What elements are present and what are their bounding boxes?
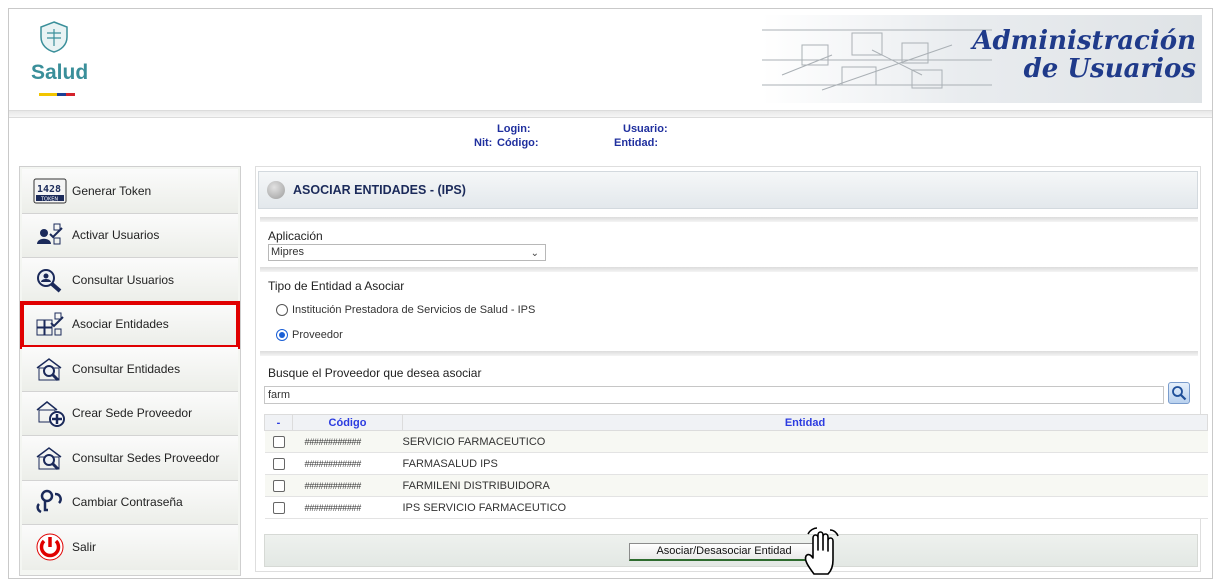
app-title-line1: Administración xyxy=(972,26,1196,56)
row-code: ############ xyxy=(292,430,403,453)
table-row: ############ FARMILENI DISTRIBUIDORA xyxy=(264,474,1208,497)
radio-proveedor[interactable] xyxy=(276,329,288,341)
sidebar-item-label: Consultar Usuarios xyxy=(72,272,175,287)
search-input[interactable]: farm xyxy=(264,386,1164,404)
search-entities-icon xyxy=(32,354,68,384)
sidebar-item-cambiar-contrasena[interactable]: Cambiar Contraseña xyxy=(22,480,238,525)
row-entity: FARMILENI DISTRIBUIDORA xyxy=(402,474,1208,497)
row-entity: IPS SERVICIO FARMACEUTICO xyxy=(402,496,1208,519)
divider xyxy=(260,217,1198,222)
row-code: ############ xyxy=(292,474,403,497)
row-checkbox[interactable] xyxy=(272,501,285,514)
user-info: Login: Usuario: Nit: Código: Entidad: xyxy=(9,121,1212,155)
radio-ips-label: Institución Prestadora de Servicios de S… xyxy=(292,304,536,316)
radio-ips-option[interactable]: Institución Prestadora de Servicios de S… xyxy=(276,304,535,316)
app-window: Salud Administración de Usuarios Login: … xyxy=(8,8,1213,579)
page-header: Salud Administración de Usuarios xyxy=(9,9,1212,109)
app-title-line2: de Usuarios xyxy=(1023,54,1196,84)
col-select-header: - xyxy=(264,414,293,431)
radio-proveedor-label: Proveedor xyxy=(292,329,343,341)
entidad-label: Entidad: xyxy=(614,137,658,149)
table-row: ############ IPS SERVICIO FARMACEUTICO xyxy=(264,496,1208,519)
row-checkbox[interactable] xyxy=(272,479,285,492)
create-site-icon xyxy=(32,398,68,428)
aplicacion-value: Mipres xyxy=(271,246,305,258)
aplicacion-label: Aplicación xyxy=(268,229,323,243)
codigo-label: Código: xyxy=(497,137,539,149)
radio-ips[interactable] xyxy=(276,304,288,316)
table-header-row: - Código Entidad xyxy=(264,414,1208,431)
shield-icon xyxy=(40,21,68,53)
row-entity: SERVICIO FARMACEUTICO xyxy=(402,430,1208,453)
sidebar-menu: 1428 TOKEN Generar Token Activar Usuario… xyxy=(19,166,241,576)
chevron-down-icon: ⌄ xyxy=(530,248,539,259)
table-row: ############ FARMASALUD IPS xyxy=(264,452,1208,475)
logo-text: Salud xyxy=(31,61,89,84)
login-label: Login: xyxy=(497,123,531,135)
sidebar-item-activar-usuarios[interactable]: Activar Usuarios xyxy=(22,213,238,258)
search-sites-icon xyxy=(32,443,68,473)
search-button[interactable] xyxy=(1168,382,1190,404)
app-title: Administración de Usuarios xyxy=(972,27,1196,83)
main-panel: ASOCIAR ENTIDADES - (IPS) Aplicación Mip… xyxy=(255,166,1208,572)
usuario-label: Usuario: xyxy=(623,123,668,135)
row-code: ############ xyxy=(292,496,403,519)
svg-text:1428: 1428 xyxy=(37,184,61,195)
token-icon: 1428 TOKEN xyxy=(32,176,68,206)
header-divider xyxy=(9,110,1212,118)
section-header: ASOCIAR ENTIDADES - (IPS) xyxy=(258,171,1198,209)
tipo-entidad-label: Tipo de Entidad a Asociar xyxy=(268,279,405,293)
sidebar-item-crear-sede-proveedor[interactable]: Crear Sede Proveedor xyxy=(22,391,238,436)
sidebar-item-consultar-entidades[interactable]: Consultar Entidades xyxy=(22,347,238,392)
col-codigo-header[interactable]: Código xyxy=(292,414,403,431)
divider xyxy=(260,351,1198,356)
search-icon xyxy=(1172,386,1187,401)
sidebar-item-label: Consultar Entidades xyxy=(72,361,181,376)
flag-stripe xyxy=(39,93,75,96)
sidebar-item-generar-token[interactable]: 1428 TOKEN Generar Token xyxy=(22,169,238,214)
sidebar-item-label: Generar Token xyxy=(72,183,152,198)
activate-users-icon xyxy=(32,220,68,250)
results-table: - Código Entidad ############ SERVICIO F… xyxy=(264,414,1208,519)
hand-pointer-icon xyxy=(804,527,839,575)
sidebar-item-consultar-usuarios[interactable]: Consultar Usuarios xyxy=(22,258,238,303)
sidebar-item-salir[interactable]: Salir xyxy=(22,525,238,570)
nit-label: Nit: xyxy=(474,137,493,149)
sidebar-item-label: Salir xyxy=(72,540,97,555)
salud-logo: Salud xyxy=(23,21,93,101)
table-row: ############ SERVICIO FARMACEUTICO xyxy=(264,430,1208,453)
row-entity: FARMASALUD IPS xyxy=(402,452,1208,475)
sidebar-item-label: Crear Sede Proveedor xyxy=(72,406,193,421)
search-input-value: farm xyxy=(268,389,290,401)
col-entidad-header[interactable]: Entidad xyxy=(402,414,1208,431)
action-bar: Asociar/Desasociar Entidad xyxy=(264,534,1198,567)
svg-text:TOKEN: TOKEN xyxy=(40,196,58,202)
asociar-desasociar-button[interactable]: Asociar/Desasociar Entidad xyxy=(629,543,819,561)
row-code: ############ xyxy=(292,452,403,475)
change-password-icon xyxy=(32,487,68,517)
banner: Administración de Usuarios xyxy=(762,15,1202,103)
sidebar-item-consultar-sedes-proveedor[interactable]: Consultar Sedes Proveedor xyxy=(22,436,238,481)
divider xyxy=(260,267,1198,272)
row-checkbox[interactable] xyxy=(272,435,285,448)
aplicacion-select[interactable]: Mipres ⌄ xyxy=(268,244,546,261)
associate-entities-icon xyxy=(32,309,68,339)
search-users-icon xyxy=(32,265,68,295)
power-icon xyxy=(32,532,68,562)
section-bullet-icon xyxy=(267,181,285,199)
row-checkbox[interactable] xyxy=(272,457,285,470)
sidebar-item-label: Asociar Entidades xyxy=(72,317,169,332)
sidebar-item-label: Activar Usuarios xyxy=(72,228,160,243)
page-title: ASOCIAR ENTIDADES - (IPS) xyxy=(293,183,466,197)
radio-proveedor-option[interactable]: Proveedor xyxy=(276,329,343,341)
sidebar-item-label: Cambiar Contraseña xyxy=(72,495,183,510)
sidebar-item-asociar-entidades[interactable]: Asociar Entidades xyxy=(20,300,240,349)
sidebar-item-label: Consultar Sedes Proveedor xyxy=(72,450,220,465)
busque-label: Busque el Proveedor que desea asociar xyxy=(268,366,482,380)
